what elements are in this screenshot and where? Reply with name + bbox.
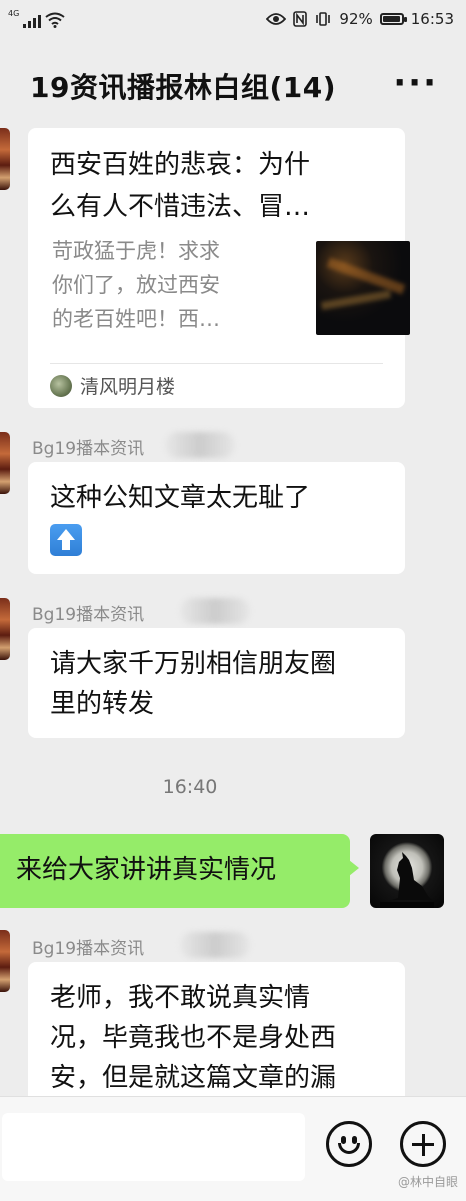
card-thumbnail bbox=[316, 241, 410, 335]
card-desc-line: 你们了，放过西安 bbox=[52, 273, 220, 297]
message-bubble[interactable]: 老师，我不敢说真实情 况，毕竟我也不是身处西 安，但是就这篇文章的漏 bbox=[28, 962, 405, 1112]
card-source: 清风明月楼 bbox=[50, 372, 175, 399]
my-message-text: 来给大家讲讲真实情况 bbox=[16, 855, 277, 885]
message-text: 况，毕竟我也不是身处西 bbox=[50, 1023, 337, 1053]
message-bubble[interactable]: 请大家千万别相信朋友圈 里的转发 bbox=[28, 628, 405, 738]
sender-name: Bg19播本资讯 bbox=[32, 939, 145, 959]
status-right: 92% 16:53 bbox=[266, 10, 454, 28]
avatar[interactable] bbox=[0, 930, 10, 992]
avatar[interactable] bbox=[0, 128, 10, 190]
avatar[interactable] bbox=[0, 598, 10, 660]
nfc-icon bbox=[293, 11, 308, 27]
card-desc-line: 苛政猛于虎！求求 bbox=[52, 239, 220, 263]
message-input[interactable] bbox=[2, 1113, 305, 1181]
battery-percent: 92% bbox=[339, 10, 373, 28]
up-arrow-emoji-icon bbox=[50, 524, 82, 556]
clock: 16:53 bbox=[410, 10, 454, 28]
chat-title: 19资讯播报林白组(14) bbox=[30, 71, 337, 104]
time-divider: 16:40 bbox=[162, 776, 218, 798]
card-description: 苛政猛于虎！求求 你们了，放过西安 的老百姓吧！西… bbox=[52, 234, 267, 336]
more-dots-icon[interactable]: ··· bbox=[393, 66, 438, 100]
signal-icon bbox=[23, 14, 42, 28]
message-bubble[interactable]: 这种公知文章太无耻了 bbox=[28, 462, 405, 574]
source-icon bbox=[50, 374, 72, 397]
card-desc-line: 的老百姓吧！西… bbox=[52, 307, 220, 331]
card-source-name: 清风明月楼 bbox=[80, 376, 176, 398]
status-bar: 4G 92% 16:53 bbox=[0, 0, 466, 40]
battery-icon bbox=[379, 13, 407, 25]
card-divider bbox=[50, 363, 383, 364]
blur-redaction bbox=[165, 432, 235, 458]
card-title-line: 么有人不惜违法、冒… bbox=[50, 192, 311, 222]
vibrate-icon bbox=[316, 12, 331, 26]
status-left: 4G bbox=[8, 10, 65, 28]
card-title-line: 西安百姓的悲哀：为什 bbox=[50, 150, 311, 180]
wifi-icon bbox=[45, 12, 65, 28]
message-text: 请大家千万别相信朋友圈 bbox=[50, 649, 337, 679]
chat-header: 19资讯播报林白组(14) ··· bbox=[0, 42, 466, 130]
message-text: 安，但是就这篇文章的漏 bbox=[50, 1063, 337, 1093]
watermark: @林中自眼 bbox=[397, 1175, 458, 1189]
wolf-icon bbox=[380, 852, 434, 908]
sender-name: Bg19播本资讯 bbox=[32, 605, 145, 625]
network-type: 4G bbox=[8, 9, 20, 18]
blur-redaction bbox=[180, 598, 250, 624]
message-text: 这种公知文章太无耻了 bbox=[50, 483, 311, 513]
my-avatar[interactable] bbox=[370, 834, 444, 908]
message-text: 老师，我不敢说真实情 bbox=[50, 983, 311, 1013]
sender-name: Bg19播本资讯 bbox=[32, 439, 145, 459]
my-message-bubble[interactable]: 来给大家讲讲真实情况 bbox=[0, 834, 359, 908]
link-card[interactable]: 西安百姓的悲哀：为什 么有人不惜违法、冒… 苛政猛于虎！求求 你们了，放过西安 … bbox=[28, 128, 410, 408]
plus-circle-icon[interactable] bbox=[400, 1121, 446, 1167]
smiley-icon[interactable] bbox=[326, 1121, 372, 1167]
avatar[interactable] bbox=[0, 432, 10, 494]
message-text: 里的转发 bbox=[50, 689, 155, 719]
blur-redaction bbox=[180, 932, 250, 958]
eye-icon bbox=[266, 13, 287, 25]
input-bar bbox=[0, 1096, 466, 1201]
